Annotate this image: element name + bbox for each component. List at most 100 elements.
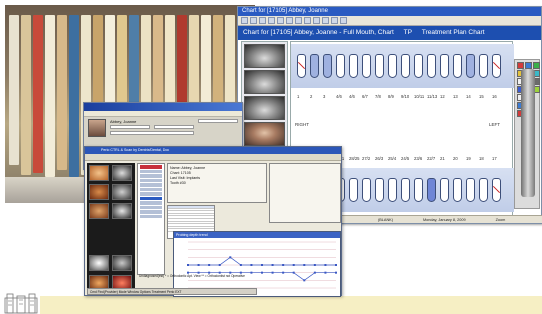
data-point [282, 271, 285, 274]
tooth[interactable] [427, 178, 436, 202]
tooth[interactable] [466, 178, 475, 202]
patient-detail-panel: Name: Abbey, Joanne Chart: 17105 Last Vi… [167, 163, 267, 203]
tooth[interactable] [362, 178, 371, 202]
list-item[interactable] [140, 192, 162, 196]
tooth[interactable] [492, 54, 501, 78]
perio-toolbar [85, 154, 341, 161]
xray-thumbnail[interactable] [244, 44, 285, 68]
intraoral-photo-thumbnail[interactable] [244, 122, 285, 146]
tooth[interactable] [479, 178, 488, 202]
toolbar-button[interactable] [286, 17, 293, 24]
tooth[interactable] [336, 54, 345, 78]
toolbar-button[interactable] [241, 17, 248, 24]
tooth-number: 8/9 [388, 94, 394, 99]
tooth[interactable] [388, 178, 397, 202]
image-thumbnail[interactable] [89, 184, 109, 200]
tooth[interactable] [323, 54, 332, 78]
tooth-number: 14 [466, 94, 471, 99]
toolbar-button[interactable] [304, 17, 311, 24]
tooth[interactable] [414, 54, 423, 78]
data-point [271, 271, 274, 274]
tooth[interactable] [440, 178, 449, 202]
tooth-number: 26/3 [375, 156, 384, 161]
list-item[interactable] [140, 196, 162, 200]
tooth[interactable] [427, 54, 436, 78]
upper-arch [291, 44, 514, 88]
toolbar-button[interactable] [331, 17, 338, 24]
left-side-label: LEFT [489, 122, 501, 127]
image-thumbnail[interactable] [112, 184, 132, 200]
tooth[interactable] [401, 54, 410, 78]
list-item[interactable] [140, 174, 162, 178]
tooth[interactable] [375, 178, 384, 202]
palette-button[interactable] [525, 62, 532, 69]
data-point [313, 271, 316, 274]
toolbar-button[interactable] [268, 17, 275, 24]
tooth-number: 9/10 [401, 94, 410, 99]
toolbar-button[interactable] [277, 17, 284, 24]
tooth-number: 11/13 [427, 94, 438, 99]
image-thumbnail[interactable] [112, 165, 132, 181]
toolbar-button[interactable] [295, 17, 302, 24]
tooth-number: 10/11 [414, 94, 425, 99]
data-point [335, 271, 337, 274]
data-point [292, 271, 295, 274]
list-item[interactable] [140, 165, 162, 169]
image-thumbnail[interactable] [89, 203, 109, 219]
tooth[interactable] [388, 54, 397, 78]
toolbar-button[interactable] [250, 17, 257, 24]
tooth[interactable] [414, 178, 423, 202]
patient-field[interactable] [198, 119, 238, 123]
list-item[interactable] [140, 183, 162, 187]
list-item[interactable] [140, 187, 162, 191]
list-item[interactable] [140, 201, 162, 205]
tooth[interactable] [297, 54, 306, 78]
tooth-number: 19 [466, 156, 471, 161]
tooth[interactable] [479, 54, 488, 78]
data-point [187, 264, 189, 266]
patient-field[interactable] [110, 125, 150, 129]
tooth[interactable] [492, 178, 501, 202]
tooth[interactable] [453, 54, 462, 78]
list-item[interactable] [140, 214, 162, 218]
image-thumbnail[interactable] [112, 255, 132, 271]
tooth[interactable] [362, 54, 371, 78]
toolbar-button[interactable] [322, 17, 329, 24]
chart-mode: TP [403, 29, 413, 36]
tooth[interactable] [349, 54, 358, 78]
list-item[interactable] [140, 205, 162, 209]
data-point [303, 279, 306, 282]
chart-window-titlebar: Chart for [17105] Abbey, Joanne [238, 7, 541, 16]
palette-button[interactable] [533, 62, 540, 69]
tooth-number: 21 [440, 156, 445, 161]
tooth-number: 2 [310, 94, 313, 99]
xray-thumbnail[interactable] [244, 70, 285, 94]
list-item[interactable] [140, 178, 162, 182]
image-thumbnail[interactable] [112, 203, 132, 219]
toolbar-button[interactable] [313, 17, 320, 24]
patient-field[interactable] [154, 125, 194, 129]
data-point [303, 264, 306, 266]
tooth[interactable] [440, 54, 449, 78]
toolbar-button[interactable] [259, 17, 266, 24]
xray-thumbnail[interactable] [244, 96, 285, 120]
image-thumbnail[interactable] [89, 255, 109, 271]
image-thumbnail[interactable] [89, 165, 109, 181]
palette-button[interactable] [517, 62, 524, 69]
tooth[interactable] [401, 178, 410, 202]
toolbar-button[interactable] [340, 17, 347, 24]
list-item[interactable] [140, 210, 162, 214]
data-point [239, 264, 242, 266]
tooth-number: 16 [492, 94, 497, 99]
tooth[interactable] [375, 54, 384, 78]
tooth[interactable] [466, 54, 475, 78]
tooth[interactable] [310, 54, 319, 78]
status-provider: (BLANK) [378, 217, 393, 222]
tooth[interactable] [349, 178, 358, 202]
patient-chart-title: Chart for [17105] Abbey, Joanne - Full M… [243, 29, 394, 36]
tooth[interactable] [453, 178, 462, 202]
patient-field[interactable] [110, 131, 194, 135]
tooth-number: 25/4 [388, 156, 397, 161]
list-item[interactable] [140, 169, 162, 173]
building-logo [4, 293, 38, 314]
